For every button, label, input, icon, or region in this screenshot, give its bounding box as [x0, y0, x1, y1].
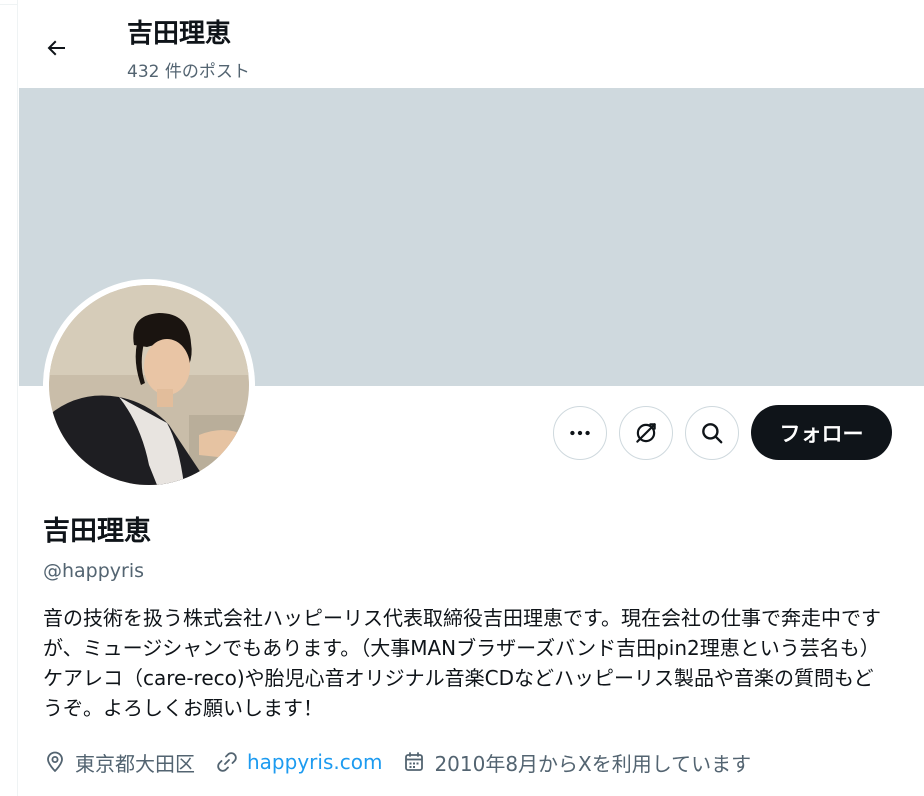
joined-text: 2010年8月からXを利用しています — [434, 751, 752, 776]
avatar-image — [49, 285, 249, 485]
more-button[interactable] — [553, 406, 607, 460]
post-count: 432 件のポスト — [127, 62, 250, 82]
calendar-icon — [405, 752, 424, 771]
link-icon — [217, 752, 237, 772]
back-button[interactable] — [36, 28, 76, 68]
subscribe-button[interactable] — [619, 406, 673, 460]
avatar[interactable] — [43, 279, 255, 491]
search-icon — [702, 423, 723, 444]
profile-bio: 音の技術を扱う株式会社ハッピーリス代表取締役吉田理恵です。現在会社の仕事で奔走中… — [43, 606, 881, 720]
location-text: 東京都大田区 — [75, 751, 195, 776]
header-title: 吉田理恵 — [127, 19, 232, 49]
location-pin-icon — [47, 751, 63, 772]
profile-meta: 東京都大田区 happyris.com 2010年8月からXを利用しています — [43, 746, 771, 778]
joined-item: 2010年8月からXを利用しています — [402, 748, 751, 777]
user-handle: @happyris — [43, 560, 145, 582]
website-item[interactable]: happyris.com — [215, 750, 382, 774]
subscribe-icon — [636, 423, 656, 443]
arrow-left-icon — [47, 40, 65, 56]
location-item: 東京都大田区 — [43, 748, 195, 777]
website-link[interactable]: happyris.com — [247, 750, 382, 774]
display-name: 吉田理恵 — [43, 516, 151, 547]
search-button[interactable] — [685, 406, 739, 460]
follow-button[interactable]: フォロー — [751, 405, 892, 460]
more-horizontal-icon — [570, 430, 590, 436]
